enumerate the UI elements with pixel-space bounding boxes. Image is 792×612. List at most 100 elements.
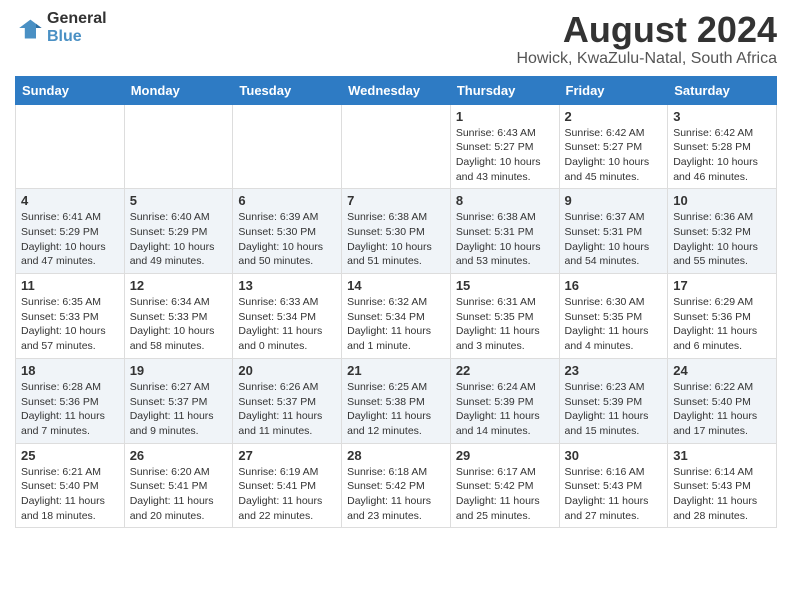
cell-info: Sunrise: 6:25 AM Sunset: 5:38 PM Dayligh… [347,380,445,439]
date-number: 3 [673,109,771,124]
calendar-cell: 16Sunrise: 6:30 AM Sunset: 5:35 PM Dayli… [559,274,668,359]
calendar-cell: 26 Sunrise: 6:20 AM Sunset: 5:41 PM Dayli… [124,443,233,528]
page-header: General Blue August 2024 Howick, KwaZulu… [15,10,777,68]
date-number: 6 [238,193,336,208]
date-number: 2 [565,109,663,124]
cell-info: Sunrise: 6:33 AM Sunset: 5:34 PM Dayligh… [238,295,336,354]
cell-info: Sunrise: 6:31 AM Sunset: 5:35 PM Dayligh… [456,295,554,354]
date-number: 13 [238,278,336,293]
logo-icon [15,14,43,42]
calendar-cell: 20Sunrise: 6:26 AM Sunset: 5:37 PM Dayli… [233,358,342,443]
calendar-cell: 6Sunrise: 6:39 AM Sunset: 5:30 PM Daylig… [233,189,342,274]
calendar-cell: 15 Sunrise: 6:31 AM Sunset: 5:35 PM Dayli… [450,274,559,359]
cell-info: Sunrise: 6:24 AM Sunset: 5:39 PM Dayligh… [456,380,554,439]
week-row-3: 11 Sunrise: 6:35 AM Sunset: 5:33 PM Dayli… [16,274,777,359]
date-number: 21 [347,363,445,378]
week-row-5: 25 Sunrise: 6:21 AM Sunset: 5:40 PM Dayli… [16,443,777,528]
day-header-thursday: Thursday [450,76,559,104]
date-number: 24 [673,363,771,378]
date-number: 22 [456,363,554,378]
date-number: 14 [347,278,445,293]
cell-info: Sunrise: 6:29 AM Sunset: 5:36 PM Dayligh… [673,295,771,354]
date-number: 29 [456,448,554,463]
calendar-cell [342,104,451,189]
calendar-cell: 18 Sunrise: 6:28 AM Sunset: 5:36 PM Dayli… [16,358,125,443]
date-number: 9 [565,193,663,208]
calendar-cell [233,104,342,189]
calendar-cell: 2 Sunrise: 6:42 AM Sunset: 5:27 PM Daylig… [559,104,668,189]
calendar-cell: 11 Sunrise: 6:35 AM Sunset: 5:33 PM Dayli… [16,274,125,359]
cell-info: Sunrise: 6:37 AM Sunset: 5:31 PM Dayligh… [565,210,663,269]
calendar-cell: 22 Sunrise: 6:24 AM Sunset: 5:39 PM Dayli… [450,358,559,443]
cell-info: Sunrise: 6:28 AM Sunset: 5:36 PM Dayligh… [21,380,119,439]
calendar-body: 1 Sunrise: 6:43 AM Sunset: 5:27 PM Daylig… [16,104,777,528]
calendar-cell: 9 Sunrise: 6:37 AM Sunset: 5:31 PM Daylig… [559,189,668,274]
date-number: 1 [456,109,554,124]
week-row-4: 18 Sunrise: 6:28 AM Sunset: 5:36 PM Dayli… [16,358,777,443]
calendar-cell: 13 Sunrise: 6:33 AM Sunset: 5:34 PM Dayli… [233,274,342,359]
date-number: 11 [21,278,119,293]
date-number: 20 [238,363,336,378]
calendar-cell [124,104,233,189]
cell-info: Sunrise: 6:42 AM Sunset: 5:28 PM Dayligh… [673,126,771,185]
cell-info: Sunrise: 6:17 AM Sunset: 5:42 PM Dayligh… [456,465,554,524]
cell-info: Sunrise: 6:22 AM Sunset: 5:40 PM Dayligh… [673,380,771,439]
calendar-cell: 24 Sunrise: 6:22 AM Sunset: 5:40 PM Dayli… [668,358,777,443]
date-number: 16 [565,278,663,293]
cell-info: Sunrise: 6:41 AM Sunset: 5:29 PM Dayligh… [21,210,119,269]
date-number: 28 [347,448,445,463]
date-number: 5 [130,193,228,208]
calendar-cell: 28 Sunrise: 6:18 AM Sunset: 5:42 PM Dayli… [342,443,451,528]
calendar-cell: 1 Sunrise: 6:43 AM Sunset: 5:27 PM Daylig… [450,104,559,189]
date-number: 12 [130,278,228,293]
week-row-2: 4 Sunrise: 6:41 AM Sunset: 5:29 PM Daylig… [16,189,777,274]
cell-info: Sunrise: 6:20 AM Sunset: 5:41 PM Dayligh… [130,465,228,524]
logo-general: General [47,10,107,28]
date-number: 26 [130,448,228,463]
calendar-table: SundayMondayTuesdayWednesdayThursdayFrid… [15,76,777,529]
date-number: 23 [565,363,663,378]
day-header-monday: Monday [124,76,233,104]
calendar-cell: 25 Sunrise: 6:21 AM Sunset: 5:40 PM Dayli… [16,443,125,528]
date-number: 8 [456,193,554,208]
cell-info: Sunrise: 6:18 AM Sunset: 5:42 PM Dayligh… [347,465,445,524]
date-number: 15 [456,278,554,293]
day-header-tuesday: Tuesday [233,76,342,104]
calendar-cell: 14 Sunrise: 6:32 AM Sunset: 5:34 PM Dayli… [342,274,451,359]
cell-info: Sunrise: 6:23 AM Sunset: 5:39 PM Dayligh… [565,380,663,439]
title-section: August 2024 Howick, KwaZulu-Natal, South… [516,10,777,68]
date-number: 27 [238,448,336,463]
calendar-cell: 29 Sunrise: 6:17 AM Sunset: 5:42 PM Dayli… [450,443,559,528]
calendar-cell: 21 Sunrise: 6:25 AM Sunset: 5:38 PM Dayli… [342,358,451,443]
cell-info: Sunrise: 6:43 AM Sunset: 5:27 PM Dayligh… [456,126,554,185]
cell-info: Sunrise: 6:21 AM Sunset: 5:40 PM Dayligh… [21,465,119,524]
calendar-cell: 27 Sunrise: 6:19 AM Sunset: 5:41 PM Dayli… [233,443,342,528]
date-number: 4 [21,193,119,208]
calendar-cell: 5 Sunrise: 6:40 AM Sunset: 5:29 PM Daylig… [124,189,233,274]
logo-blue: Blue [47,28,107,46]
logo-text: General Blue [47,10,107,45]
cell-info: Sunrise: 6:42 AM Sunset: 5:27 PM Dayligh… [565,126,663,185]
date-number: 30 [565,448,663,463]
cell-info: Sunrise: 6:40 AM Sunset: 5:29 PM Dayligh… [130,210,228,269]
date-number: 7 [347,193,445,208]
cell-info: Sunrise: 6:27 AM Sunset: 5:37 PM Dayligh… [130,380,228,439]
day-header-friday: Friday [559,76,668,104]
cell-info: Sunrise: 6:38 AM Sunset: 5:31 PM Dayligh… [456,210,554,269]
date-number: 18 [21,363,119,378]
cell-info: Sunrise: 6:36 AM Sunset: 5:32 PM Dayligh… [673,210,771,269]
cell-info: Sunrise: 6:34 AM Sunset: 5:33 PM Dayligh… [130,295,228,354]
cell-info: Sunrise: 6:35 AM Sunset: 5:33 PM Dayligh… [21,295,119,354]
calendar-cell: 8 Sunrise: 6:38 AM Sunset: 5:31 PM Daylig… [450,189,559,274]
calendar-cell: 30Sunrise: 6:16 AM Sunset: 5:43 PM Dayli… [559,443,668,528]
date-number: 25 [21,448,119,463]
cell-info: Sunrise: 6:32 AM Sunset: 5:34 PM Dayligh… [347,295,445,354]
calendar-cell: 17Sunrise: 6:29 AM Sunset: 5:36 PM Dayli… [668,274,777,359]
day-header-wednesday: Wednesday [342,76,451,104]
cell-info: Sunrise: 6:38 AM Sunset: 5:30 PM Dayligh… [347,210,445,269]
calendar-cell: 31Sunrise: 6:14 AM Sunset: 5:43 PM Dayli… [668,443,777,528]
cell-info: Sunrise: 6:19 AM Sunset: 5:41 PM Dayligh… [238,465,336,524]
day-header-sunday: Sunday [16,76,125,104]
day-header-saturday: Saturday [668,76,777,104]
calendar-cell [16,104,125,189]
